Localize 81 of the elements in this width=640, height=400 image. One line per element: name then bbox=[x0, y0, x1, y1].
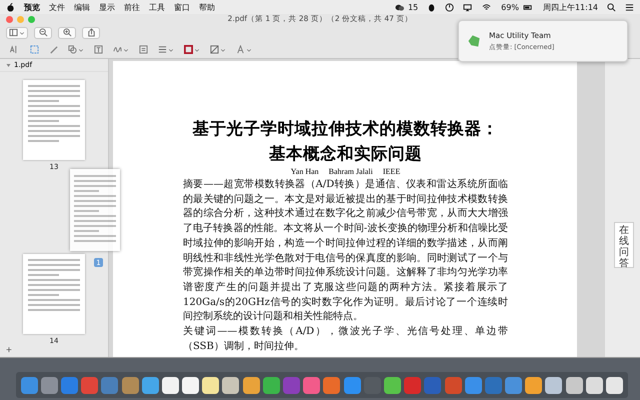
zoom-out-icon bbox=[38, 28, 48, 37]
chat-icon bbox=[394, 2, 405, 12]
menu-item[interactable]: 预览 bbox=[24, 2, 40, 12]
dock-app-icon[interactable] bbox=[162, 376, 179, 394]
close-button[interactable] bbox=[6, 16, 13, 22]
add-button[interactable]: + bbox=[0, 345, 18, 357]
dock-app-icon[interactable] bbox=[545, 376, 562, 394]
pencil-icon bbox=[49, 45, 58, 54]
dock-app-icon[interactable] bbox=[262, 376, 280, 394]
zoom-in-button[interactable] bbox=[58, 26, 76, 38]
zoom-in-icon bbox=[62, 28, 72, 37]
caret-icon bbox=[168, 46, 174, 52]
display-icon bbox=[463, 2, 472, 12]
note-button[interactable] bbox=[137, 45, 150, 54]
menu-item[interactable]: 帮助 bbox=[199, 2, 215, 12]
note-icon bbox=[139, 45, 148, 54]
signature-button[interactable] bbox=[111, 45, 131, 54]
shapes-icon bbox=[68, 45, 77, 54]
badge-count: 15 bbox=[408, 2, 418, 12]
paragraph: 摘要——超宽带模数转换器（A/D转换）是通信、仪表和雷达系统所面临的最关键的问题之一。本文是对最近被提出的基于时间拉伸技术模数转换器的综合分析，这种技术通过在数字化之前减少信号带宽，从而大大增强了电子转换器的性能。本文将从一个时间-波长变换的物理分析和信噪比受时域拉伸的影响开始，构造一个时间拉伸过程的详细的数学描述，从而阐明线性和非线性光学色散对于电信号的保真度的影响。同时测试了一个与带宽操作相关的单边带时间拉伸系统设计问题。这解释了非均匀光学功率谱密度产生的问题并提出了克服这些问题的两种方法。紧接着展示了120Ga/s的20GHz信号的实时数字化作为证明。最后讨论了一个连续时间控制系统的设计问题和相关性能特点。 bbox=[183, 178, 508, 324]
side-tab[interactable]: 在线问答 bbox=[614, 222, 634, 268]
caret-icon bbox=[220, 46, 226, 52]
author-name: Bahram Jalali bbox=[328, 167, 373, 176]
dock-app-icon[interactable] bbox=[566, 376, 583, 394]
sidebar-toggle-button[interactable] bbox=[6, 26, 28, 38]
fill-color-button[interactable] bbox=[208, 45, 228, 54]
document-title: 基于光子学时域拉伸技术的模数转换器： bbox=[192, 118, 500, 140]
page-thumbnail[interactable] bbox=[23, 80, 85, 160]
caret-icon bbox=[123, 46, 129, 52]
dock-app-icon[interactable] bbox=[606, 376, 624, 394]
apple-icon bbox=[6, 2, 15, 12]
dock-app-icon[interactable] bbox=[202, 376, 220, 394]
zoom-button[interactable] bbox=[28, 16, 35, 22]
dock-app-icon[interactable] bbox=[525, 376, 542, 394]
dashed-rect-icon bbox=[30, 45, 39, 54]
dock-app-icon[interactable] bbox=[142, 376, 159, 394]
page-thumbnail[interactable] bbox=[23, 254, 85, 334]
dock-app-icon[interactable] bbox=[182, 376, 200, 394]
border-color-button[interactable] bbox=[182, 45, 202, 54]
border-color-icon bbox=[184, 45, 193, 54]
caret-icon bbox=[19, 30, 25, 36]
zoom-out-button[interactable] bbox=[34, 26, 52, 38]
menu-item[interactable]: 工具 bbox=[149, 2, 165, 12]
dock-app-icon[interactable] bbox=[384, 376, 401, 394]
font-icon bbox=[236, 45, 245, 54]
menu-item[interactable]: 显示 bbox=[99, 2, 115, 12]
line-style-button[interactable] bbox=[156, 45, 176, 54]
paragraph: 关键词——模数转换（A/D），微波光子学、光信号处理、单边带（SSB）调制，时间拉伸。 bbox=[183, 325, 508, 354]
text-box-icon bbox=[94, 45, 103, 54]
menu-clock[interactable]: 周四上午11:14 bbox=[542, 2, 598, 12]
dock-app-icon[interactable] bbox=[242, 376, 260, 394]
dock-app-icon[interactable] bbox=[222, 376, 240, 394]
sidebar-icon bbox=[9, 28, 18, 37]
dock-app-icon[interactable] bbox=[586, 376, 603, 394]
menu-item[interactable]: 编辑 bbox=[74, 2, 90, 12]
menu-item[interactable]: 窗口 bbox=[174, 2, 190, 12]
app-icon bbox=[467, 34, 481, 48]
caret-icon bbox=[246, 46, 252, 52]
lines-icon bbox=[158, 45, 167, 54]
share-button[interactable] bbox=[82, 26, 100, 38]
disclosure-triangle-icon[interactable] bbox=[6, 62, 11, 68]
rect-selection-button[interactable] bbox=[28, 45, 41, 54]
text-box-button[interactable] bbox=[92, 45, 105, 54]
search-icon bbox=[607, 2, 616, 12]
battery-percent: 69% bbox=[501, 2, 519, 12]
author-name: Yan Han bbox=[290, 167, 319, 176]
power-icon bbox=[445, 2, 454, 12]
menu-item[interactable]: 文件 bbox=[49, 2, 65, 12]
battery-icon bbox=[522, 2, 534, 12]
shapes-button[interactable] bbox=[66, 45, 86, 54]
caret-icon bbox=[78, 46, 84, 52]
share-icon bbox=[86, 28, 96, 37]
menu-icon bbox=[625, 2, 634, 12]
dragged-page-thumbnail[interactable] bbox=[70, 169, 120, 251]
menu-item[interactable]: 前往 bbox=[124, 2, 140, 12]
fill-color-icon bbox=[210, 45, 219, 54]
author-name: IEEE bbox=[382, 167, 400, 176]
caret-icon bbox=[194, 46, 200, 52]
wifi-icon bbox=[481, 2, 492, 12]
signature-icon bbox=[113, 45, 122, 54]
document-title: 基本概念和实际问题 bbox=[268, 143, 423, 165]
